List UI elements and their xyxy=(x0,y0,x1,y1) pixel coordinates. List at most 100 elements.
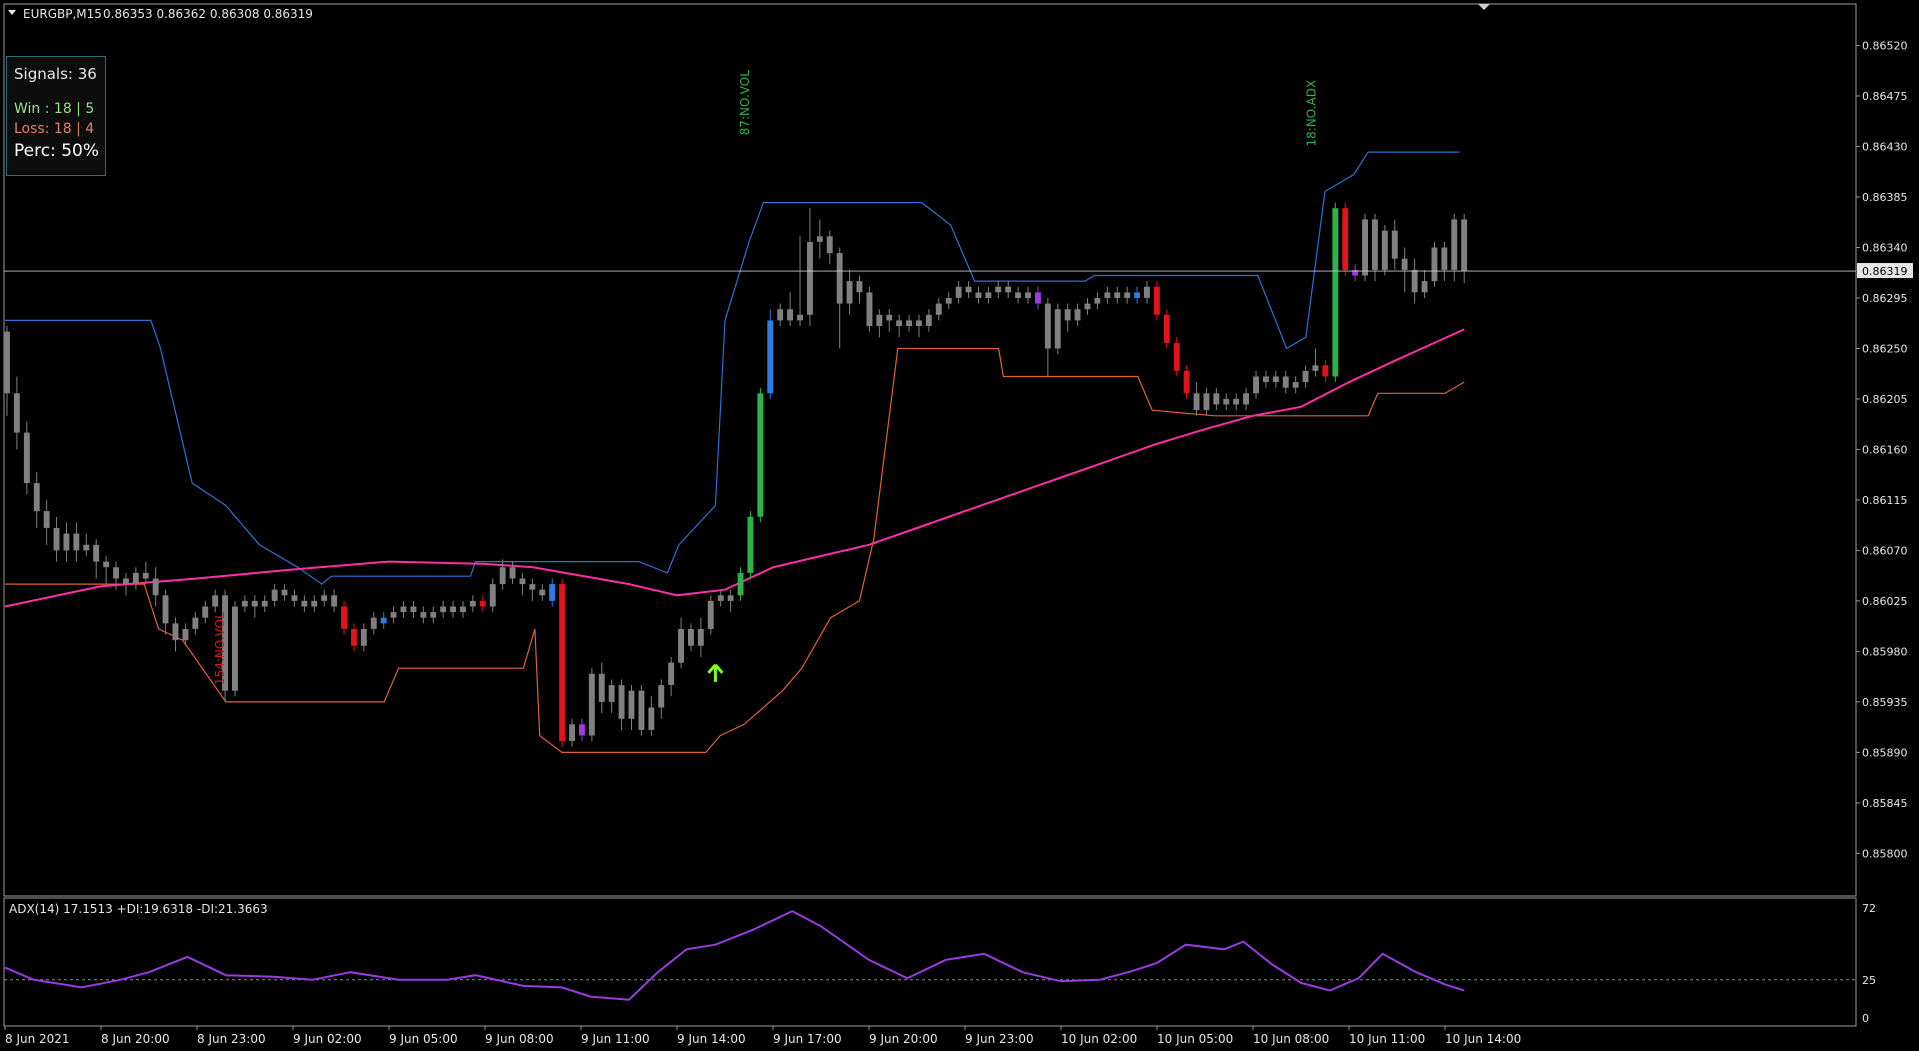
candle-body xyxy=(1381,230,1388,270)
candle-body xyxy=(261,600,268,607)
chart-ohlc: 0.86353 0.86362 0.86308 0.86319 xyxy=(103,7,313,21)
candle-body xyxy=(1084,303,1091,310)
candle-body xyxy=(400,606,407,613)
time-tick-label: 8 Jun 23:00 xyxy=(197,1032,266,1046)
candle-body xyxy=(450,606,456,613)
chart-area[interactable]: 87:NO.VOL 18:NO.ADX 154:NO.VOL 72 25 0 0.865… xyxy=(0,0,1919,1051)
moving-average-line xyxy=(4,328,1465,608)
candle-body xyxy=(23,432,30,484)
time-tick-label: 9 Jun 02:00 xyxy=(293,1032,362,1046)
signals-count: Signals: 36 xyxy=(14,65,97,83)
candle-body xyxy=(1005,286,1012,293)
buy-arrow-icon xyxy=(707,663,724,682)
price-tick-label: 0.86475 xyxy=(1862,90,1908,103)
win-percentage: Perc: 50% xyxy=(14,141,99,161)
candle-body xyxy=(1153,286,1160,315)
candle-body xyxy=(707,600,714,629)
candle-body xyxy=(4,331,10,394)
adx-line xyxy=(4,909,1465,1001)
candle-body xyxy=(886,314,893,321)
candle-body xyxy=(410,606,417,613)
candle-body xyxy=(965,286,972,293)
price-tick-label: 0.86340 xyxy=(1862,241,1908,254)
candle-body xyxy=(1451,219,1458,270)
candle-body xyxy=(836,253,843,304)
candle-body xyxy=(1421,281,1428,293)
candle-body xyxy=(331,595,338,607)
signal-annotation-0: 87:NO.VOL xyxy=(738,70,752,136)
candle-body xyxy=(1094,298,1101,304)
candle-body xyxy=(33,483,40,512)
adx-tick-label: 72 xyxy=(1862,902,1876,915)
candle-body xyxy=(1163,314,1170,343)
candle-body xyxy=(1134,292,1140,298)
candle-body xyxy=(281,589,288,596)
candle-body xyxy=(1302,370,1309,383)
candle-body xyxy=(737,572,744,596)
candle-body xyxy=(1342,208,1349,270)
candle-body xyxy=(955,286,962,298)
chart-menu-triangle-icon[interactable] xyxy=(8,10,16,15)
candle-body xyxy=(311,600,318,607)
price-tick-label: 0.86430 xyxy=(1862,140,1908,153)
candle-body xyxy=(142,572,149,579)
lower-band-line xyxy=(5,347,1465,754)
candle-body xyxy=(321,595,328,601)
time-tick-label: 10 Jun 02:00 xyxy=(1061,1032,1137,1046)
candle-body xyxy=(1401,258,1408,270)
candle-body xyxy=(370,617,377,629)
candle-body xyxy=(896,320,903,326)
adx-layer: 72 25 0 xyxy=(4,902,1876,1025)
candle-body xyxy=(608,685,615,702)
candle-body xyxy=(916,320,922,326)
candle-body xyxy=(1292,382,1299,388)
candle-body xyxy=(1054,309,1061,349)
price-tick-label: 0.86520 xyxy=(1862,40,1908,53)
candle-body xyxy=(192,617,199,629)
candle-body xyxy=(598,673,605,702)
annotation-layer: 87:NO.VOL 18:NO.ADX 154:NO.VOL xyxy=(213,70,1319,685)
candle-body xyxy=(1272,376,1279,383)
price-tick-label: 0.86385 xyxy=(1862,191,1908,204)
candle-body xyxy=(271,589,278,601)
candle-body xyxy=(1332,208,1339,377)
candle-body xyxy=(1223,398,1230,405)
candle-body xyxy=(1213,393,1220,405)
candle-body xyxy=(678,629,684,663)
candle-body xyxy=(816,236,823,242)
candle-body xyxy=(638,690,645,730)
candle-body xyxy=(460,606,466,613)
candle-body xyxy=(43,511,50,528)
candle-body xyxy=(509,567,516,579)
candle-body xyxy=(479,600,486,607)
signals-panel: Signals: 36 Win : 18 | 5 Loss: 18 | 4 Pe… xyxy=(6,56,106,176)
candle-body xyxy=(925,314,932,326)
main-panel-frame xyxy=(3,3,1857,1027)
signal-annotation-2: 154:NO.VOL xyxy=(213,612,227,685)
candle-body xyxy=(440,606,447,613)
candle-body xyxy=(787,309,793,321)
candle-body xyxy=(1233,398,1240,405)
candle-body xyxy=(529,584,536,590)
candle-body xyxy=(1263,376,1269,383)
candle-body xyxy=(876,314,883,326)
shift-marker-icon[interactable] xyxy=(1478,4,1490,10)
candle-body xyxy=(113,567,119,579)
candle-body xyxy=(1173,342,1180,371)
upper-band-line xyxy=(5,151,1460,585)
moving-average-layer xyxy=(4,328,1465,608)
candle-body xyxy=(1441,247,1448,270)
candle-body xyxy=(1253,376,1259,394)
win-count: Win : 18 | 5 xyxy=(14,101,95,117)
candle-body xyxy=(1312,365,1319,371)
price-tick-label: 0.85845 xyxy=(1862,797,1908,810)
price-tick-label: 0.86025 xyxy=(1862,595,1908,608)
price-tick-label: 0.86205 xyxy=(1862,393,1908,406)
candle-body xyxy=(767,320,774,394)
candle-body xyxy=(717,595,724,601)
candle-body xyxy=(856,281,863,293)
candle-body xyxy=(1372,219,1378,270)
candle-body xyxy=(579,724,585,736)
candle-body xyxy=(212,595,219,607)
candle-body xyxy=(658,685,665,708)
